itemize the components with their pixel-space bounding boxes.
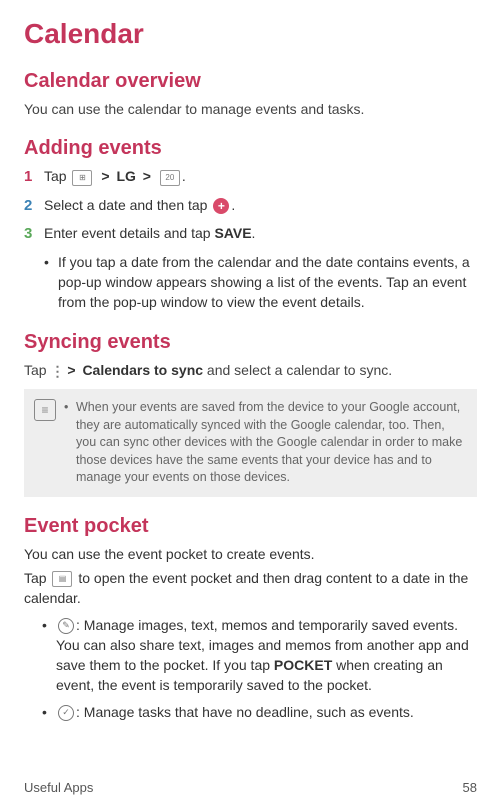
more-icon: ⋮ — [50, 361, 60, 381]
adding-heading: Adding events — [24, 137, 477, 160]
step-2: 2 Select a date and then tap +. — [24, 195, 477, 218]
text: If you tap a date from the calendar and … — [58, 252, 477, 313]
step-1: 1 Tap ⊞ > LG > 20. — [24, 166, 477, 189]
text: Select a date and then tap — [44, 197, 207, 213]
apps-icon: ⊞ — [72, 170, 92, 186]
syncing-text: Tap ⋮ > Calendars to sync and select a c… — [24, 360, 477, 381]
separator: > — [143, 168, 151, 184]
syncing-heading: Syncing events — [24, 331, 477, 354]
save-label: SAVE — [214, 225, 251, 241]
step-number: 2 — [24, 195, 44, 218]
step-number: 3 — [24, 223, 44, 246]
page-number: 58 — [463, 780, 477, 795]
text: When your events are saved from the devi… — [76, 399, 467, 487]
bullet: • — [64, 399, 76, 487]
text: and select a calendar to sync. — [203, 362, 392, 378]
separator: > — [67, 362, 75, 378]
pocket-intro-2: Tap ▤ to open the event pocket and then … — [24, 568, 477, 609]
text: Enter event details and tap — [44, 225, 214, 241]
task-circle-icon: ✓ — [58, 705, 74, 721]
step-body: Enter event details and tap SAVE. — [44, 223, 477, 244]
bullet: • — [42, 615, 56, 635]
list-item: • ✓: Manage tasks that have no deadline,… — [42, 702, 477, 722]
step-3: 3 Enter event details and tap SAVE. — [24, 223, 477, 246]
text: to open the event pocket and then drag c… — [24, 570, 468, 606]
bullet: • — [42, 702, 56, 722]
bullet: • — [44, 252, 58, 272]
pocket-heading: Event pocket — [24, 515, 477, 538]
text: . — [252, 225, 256, 241]
adding-steps: 1 Tap ⊞ > LG > 20. 2 Select a date and t… — [24, 166, 477, 246]
footer: Useful Apps 58 — [24, 780, 477, 795]
calendars-to-sync-label: Calendars to sync — [82, 362, 203, 378]
drawer-icon: ▤ — [52, 571, 72, 587]
pocket-label: POCKET — [274, 657, 332, 673]
pocket-circle-icon: ✎ — [58, 618, 74, 634]
note-icon: ≡ — [34, 399, 56, 421]
pocket-list: • ✎: Manage images, text, memos and temp… — [42, 615, 477, 722]
lg-label: LG — [116, 168, 135, 184]
overview-heading: Calendar overview — [24, 70, 477, 93]
footer-left: Useful Apps — [24, 780, 93, 795]
pocket-intro: You can use the event pocket to create e… — [24, 544, 477, 564]
text: . — [231, 197, 235, 213]
text: Tap — [24, 362, 47, 378]
note-box: ≡ • When your events are saved from the … — [24, 389, 477, 497]
step-number: 1 — [24, 166, 44, 189]
step-body: Select a date and then tap +. — [44, 195, 477, 216]
plus-icon: + — [213, 198, 229, 214]
text: Tap — [24, 570, 47, 586]
text: ✓: Manage tasks that have no deadline, s… — [56, 702, 477, 722]
text: ✎: Manage images, text, memos and tempor… — [56, 615, 477, 696]
separator: > — [101, 168, 109, 184]
list-item: • ✎: Manage images, text, memos and temp… — [42, 615, 477, 696]
calendar-icon: 20 — [160, 170, 180, 186]
list-item: • If you tap a date from the calendar an… — [44, 252, 477, 313]
overview-text: You can use the calendar to manage event… — [24, 99, 477, 119]
adding-notes: • If you tap a date from the calendar an… — [44, 252, 477, 313]
step-body: Tap ⊞ > LG > 20. — [44, 166, 477, 187]
text: . — [182, 168, 186, 184]
note-content: • When your events are saved from the de… — [64, 399, 467, 487]
page-title: Calendar — [24, 18, 477, 50]
text: Tap — [44, 168, 67, 184]
text: : Manage tasks that have no deadline, su… — [76, 704, 414, 720]
